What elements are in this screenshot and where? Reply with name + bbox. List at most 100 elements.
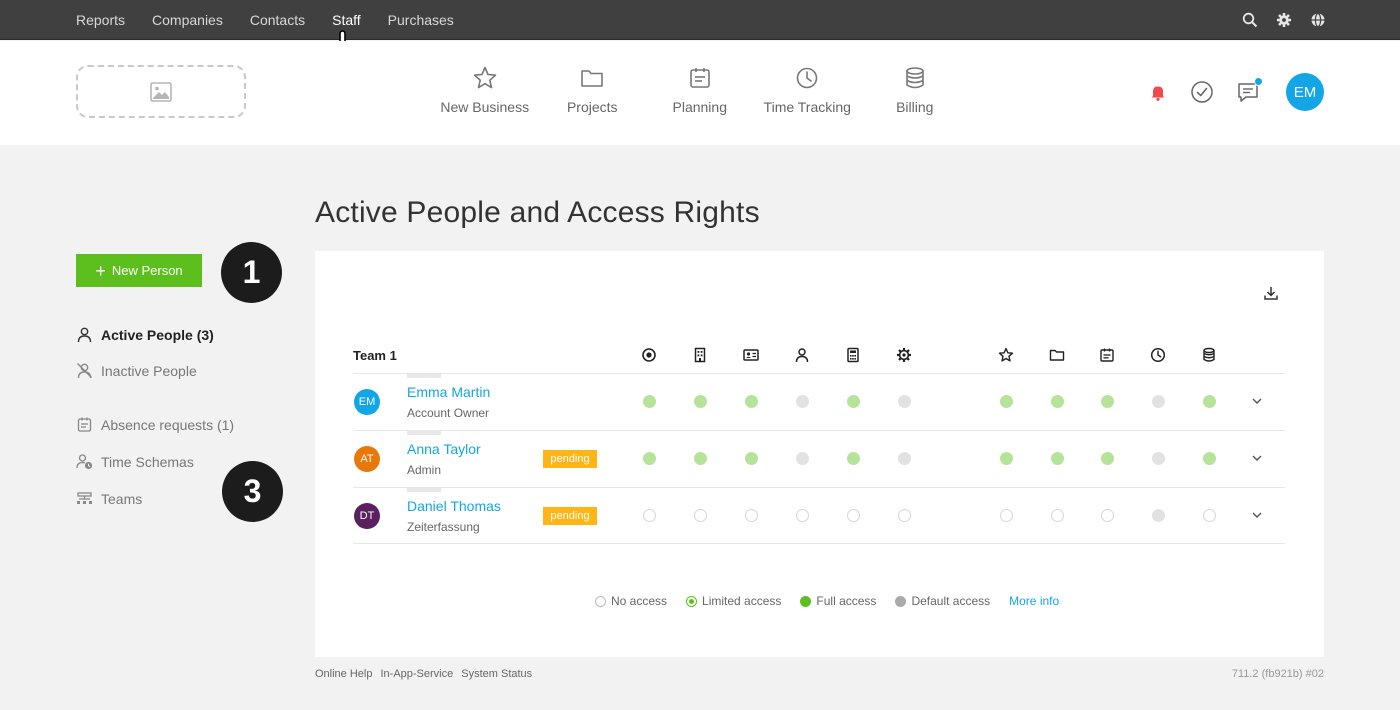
- access-dot-default[interactable]: [1151, 395, 1165, 408]
- access-dot-none[interactable]: [1050, 509, 1064, 522]
- new-person-button[interactable]: + New Person: [76, 254, 202, 287]
- legend-swatch: [895, 595, 907, 607]
- sidebar-item-label: Teams: [101, 490, 143, 507]
- module-billing[interactable]: Billing: [861, 65, 969, 115]
- footer-in-app-service[interactable]: In-App-Service: [380, 668, 453, 680]
- chat-icon[interactable]: [1236, 77, 1263, 104]
- download-icon[interactable]: [1263, 285, 1279, 301]
- access-dot-default[interactable]: [795, 395, 809, 408]
- topnav-reports[interactable]: Reports: [76, 12, 125, 28]
- access-dot-full[interactable]: [693, 452, 707, 465]
- person-icon: [794, 347, 810, 363]
- row-drag-bar: [407, 431, 441, 435]
- module-label: Projects: [566, 99, 618, 115]
- access-dot-full[interactable]: [1050, 452, 1064, 465]
- building-icon: [692, 347, 708, 363]
- person-name-link[interactable]: Daniel Thomas: [407, 498, 501, 514]
- callout-badge-1: 1: [221, 242, 282, 303]
- sidebar-item-teams[interactable]: Teams: [76, 490, 142, 507]
- access-dot-none[interactable]: [1100, 509, 1114, 522]
- access-dot-full[interactable]: [1050, 395, 1064, 408]
- row-drag-bar: [407, 488, 441, 492]
- person-name-link[interactable]: Anna Taylor: [407, 441, 481, 457]
- page-title: Active People and Access Rights: [315, 196, 760, 229]
- sidebar-item-active-people[interactable]: Active People (3): [76, 326, 214, 343]
- access-dot-none[interactable]: [642, 509, 656, 522]
- footer-online-help[interactable]: Online Help: [315, 668, 372, 680]
- topnav-contacts[interactable]: Contacts: [250, 12, 305, 28]
- table-row: AT Anna Taylor Admin pending: [353, 430, 1285, 487]
- search-icon[interactable]: [1242, 12, 1258, 28]
- plus-icon: +: [95, 260, 106, 281]
- access-dot-full[interactable]: [846, 395, 860, 408]
- module-nav: New Business Projects Planning Time Trac…: [431, 65, 969, 115]
- avatar[interactable]: DT: [354, 503, 380, 529]
- access-dot-full[interactable]: [642, 395, 656, 408]
- logo-placeholder[interactable]: [76, 65, 246, 118]
- access-dot-default[interactable]: [897, 452, 911, 465]
- callout-badge-3: 3: [222, 461, 283, 522]
- star-icon: [998, 347, 1014, 363]
- bell-icon[interactable]: [1146, 80, 1170, 104]
- access-dot-full[interactable]: [744, 395, 758, 408]
- access-dot-none[interactable]: [846, 509, 860, 522]
- access-dot-full[interactable]: [1202, 395, 1216, 408]
- topnav-purchases[interactable]: Purchases: [388, 12, 454, 28]
- topnav-staff[interactable]: Staff: [332, 12, 361, 28]
- module-planning[interactable]: Planning: [646, 65, 754, 115]
- person-role: Admin: [407, 463, 442, 477]
- sidebar-item-inactive-people[interactable]: Inactive People: [76, 362, 197, 379]
- star-icon: [472, 65, 498, 91]
- legend-swatch: [686, 595, 698, 607]
- access-dot-full[interactable]: [999, 395, 1013, 408]
- module-time-tracking[interactable]: Time Tracking: [754, 65, 862, 115]
- team-label: Team 1: [353, 348, 397, 363]
- person-name-link[interactable]: Emma Martin: [407, 384, 490, 400]
- footer-system-status[interactable]: System Status: [461, 668, 532, 680]
- module-projects[interactable]: Projects: [539, 65, 647, 115]
- module-new-business[interactable]: New Business: [431, 65, 539, 115]
- chevron-down-icon[interactable]: [1250, 394, 1264, 408]
- avatar[interactable]: EM: [354, 389, 380, 415]
- table-row: EM Emma Martin Account Owner: [353, 373, 1285, 430]
- access-dot-default[interactable]: [1151, 509, 1165, 522]
- access-dot-none[interactable]: [897, 509, 911, 522]
- avatar[interactable]: AT: [354, 446, 380, 472]
- access-dot-none[interactable]: [744, 509, 758, 522]
- access-dot-full[interactable]: [846, 452, 860, 465]
- access-dot-full[interactable]: [1202, 452, 1216, 465]
- legend-swatch: [595, 595, 606, 607]
- access-dot-full[interactable]: [1100, 395, 1114, 408]
- sidebar-item-label: Time Schemas: [101, 453, 194, 470]
- topnav-companies[interactable]: Companies: [152, 12, 223, 28]
- access-dot-none[interactable]: [795, 509, 809, 522]
- user-avatar[interactable]: EM: [1286, 73, 1324, 111]
- chevron-down-icon[interactable]: [1250, 451, 1264, 465]
- calendar-icon: [1099, 347, 1115, 363]
- top-icons: [1242, 0, 1326, 40]
- person-clock-icon: [76, 453, 93, 470]
- access-dot-full[interactable]: [744, 452, 758, 465]
- access-dot-default[interactable]: [897, 395, 911, 408]
- sidebar-item-absence-requests[interactable]: Absence requests (1): [76, 416, 234, 433]
- legend-label: Default access: [911, 594, 991, 608]
- id-card-icon: [743, 347, 759, 363]
- more-info-link[interactable]: More info: [1009, 594, 1059, 608]
- gear-icon[interactable]: [1276, 12, 1292, 28]
- access-dot-full[interactable]: [1100, 452, 1114, 465]
- check-circle-icon[interactable]: [1190, 80, 1214, 104]
- access-dot-default[interactable]: [1151, 452, 1165, 465]
- access-dot-full[interactable]: [642, 452, 656, 465]
- folder-icon: [579, 65, 605, 91]
- globe-icon[interactable]: [1310, 12, 1326, 28]
- access-dot-full[interactable]: [693, 395, 707, 408]
- access-dot-full[interactable]: [999, 452, 1013, 465]
- chevron-down-icon[interactable]: [1250, 508, 1264, 522]
- access-dot-none[interactable]: [1202, 509, 1216, 522]
- access-dot-default[interactable]: [795, 452, 809, 465]
- sidebar-item-label: Inactive People: [101, 362, 197, 379]
- access-dot-none[interactable]: [693, 509, 707, 522]
- sidebar-item-time-schemas[interactable]: Time Schemas: [76, 453, 194, 470]
- access-dot-none[interactable]: [999, 509, 1013, 522]
- legend-swatch: [800, 595, 812, 607]
